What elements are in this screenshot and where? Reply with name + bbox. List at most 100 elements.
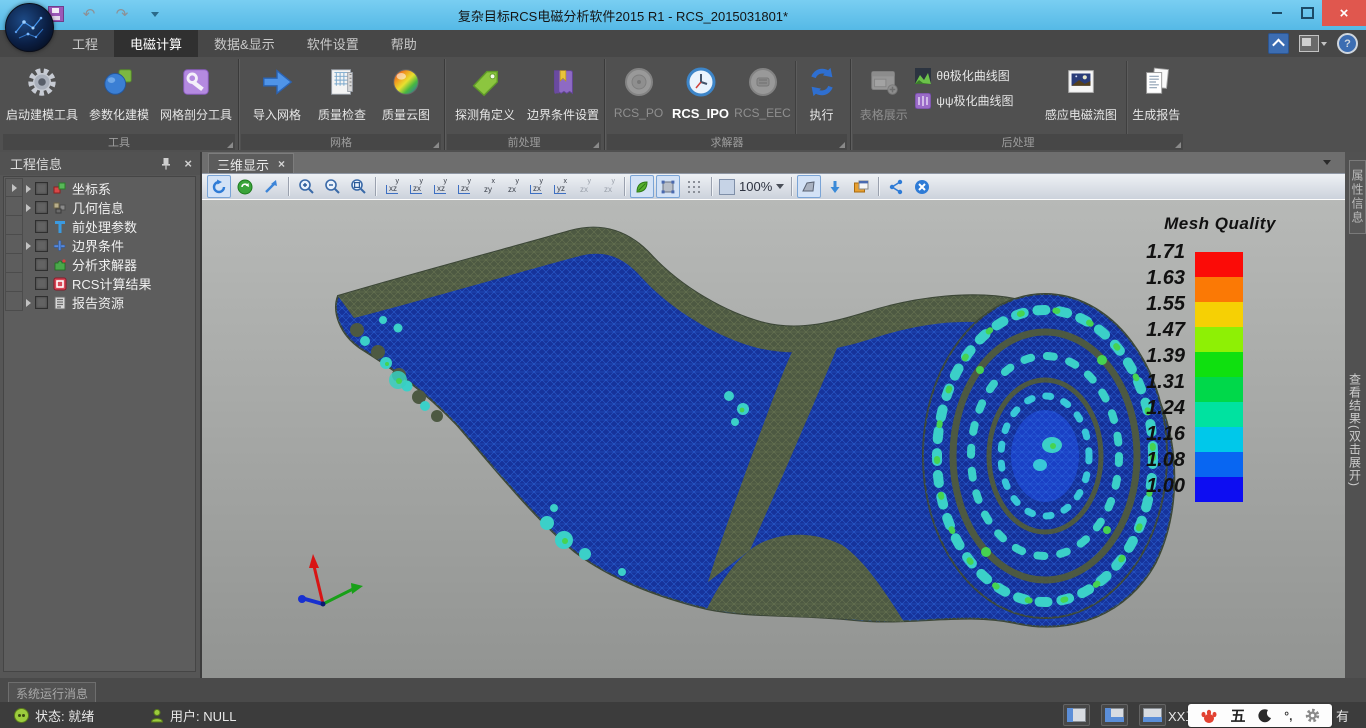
gutter-cell[interactable] <box>5 292 23 311</box>
gutter-cell[interactable] <box>5 235 23 254</box>
quality-check-button[interactable]: 质量检查 <box>310 57 374 123</box>
tree-checkbox[interactable] <box>35 277 48 290</box>
table-display-button[interactable]: 表格展示 <box>852 57 915 123</box>
clip-region-button[interactable] <box>797 175 821 198</box>
view-orientation-button-2[interactable]: yzx <box>405 176 427 197</box>
view-orientation-button-4[interactable]: yzx <box>453 176 475 197</box>
minimize-button[interactable] <box>1262 0 1292 26</box>
view-results-tab[interactable]: 查看结果(双击展开) <box>1345 300 1365 560</box>
system-messages-tab[interactable]: 系统运行消息 <box>8 682 96 703</box>
orbit-rotate-button[interactable] <box>207 175 231 198</box>
panel-close-icon[interactable]: × <box>184 156 192 171</box>
tree-item-rcs-results[interactable]: RCS计算结果 <box>26 274 193 293</box>
zoom-out-button[interactable] <box>320 175 344 198</box>
export-down-button[interactable] <box>823 175 847 198</box>
group-launcher-icon[interactable] <box>593 142 599 148</box>
layout-bottom-panel-button[interactable] <box>1139 704 1166 726</box>
help-button[interactable]: ? <box>1337 33 1358 54</box>
wireframe-view-button[interactable] <box>682 175 706 198</box>
view-orientation-button-9[interactable]: yzx <box>573 176 595 197</box>
ime-input-mode[interactable]: 五 <box>1231 705 1246 726</box>
view-orientation-button-10[interactable]: yzx <box>597 176 619 197</box>
gutter-cell[interactable] <box>5 197 23 216</box>
expand-arrow-icon[interactable] <box>26 299 31 307</box>
boundary-conditions-settings-button[interactable]: 边界条件设置 <box>524 57 602 123</box>
mesh-partition-tool-button[interactable]: 网格剖分工具 <box>156 57 236 123</box>
tab-list-dropdown-icon[interactable] <box>1323 160 1331 165</box>
menu-tab-project[interactable]: 工程 <box>56 30 114 57</box>
menu-tab-settings[interactable]: 软件设置 <box>291 30 375 57</box>
tree-item-geometry-info[interactable]: 几何信息 <box>26 198 193 217</box>
menu-tab-data-display[interactable]: 数据&显示 <box>198 30 291 57</box>
pin-icon[interactable] <box>160 157 172 170</box>
window-style-button[interactable] <box>1299 35 1327 52</box>
tree-item-analysis-solver[interactable]: 分析求解器 <box>26 255 193 274</box>
tree-item-report-resources[interactable]: 报告资源 <box>26 293 193 312</box>
view-orientation-button-5[interactable]: xzy <box>477 176 499 197</box>
view-orientation-button-7[interactable]: yzx <box>525 176 547 197</box>
execute-button[interactable]: 执行 <box>798 57 846 123</box>
pan-zoom-arrow-button[interactable] <box>259 175 283 198</box>
smooth-shading-button[interactable] <box>630 175 654 198</box>
capture-window-button[interactable] <box>849 175 873 198</box>
quality-cloud-map-button[interactable]: 质量云图 <box>374 57 438 123</box>
ime-gear-icon[interactable] <box>1305 708 1320 723</box>
group-launcher-icon[interactable] <box>1175 142 1181 148</box>
close-button[interactable]: × <box>1322 0 1366 26</box>
gutter-cell[interactable] <box>5 254 23 273</box>
parametric-modeling-button[interactable]: 参数化建模 <box>82 57 156 123</box>
view-orientation-button-6[interactable]: yzx <box>501 176 523 197</box>
zoom-fit-button[interactable] <box>346 175 370 198</box>
zoom-in-button[interactable] <box>294 175 318 198</box>
menu-tab-help[interactable]: 帮助 <box>375 30 433 57</box>
tree-item-boundary-conditions[interactable]: 边界条件 <box>26 236 193 255</box>
view-orientation-button-3[interactable]: yxz <box>429 176 451 197</box>
import-mesh-button[interactable]: 导入网格 <box>244 57 310 123</box>
tree-checkbox[interactable] <box>35 220 48 233</box>
probe-angle-define-button[interactable]: 探测角定义 <box>446 57 524 123</box>
tree-checkbox[interactable] <box>35 296 48 309</box>
collapse-ribbon-button[interactable] <box>1268 33 1289 54</box>
layout-left-panel-button[interactable] <box>1063 704 1090 726</box>
solver-rcs-ipo-button[interactable]: RCS_IPO <box>669 57 733 121</box>
tab-close-icon[interactable]: × <box>278 157 285 171</box>
viewport-3d[interactable]: Mesh Quality 1.711.63 1.551.47 1.391.31 … <box>202 200 1345 678</box>
group-launcher-icon[interactable] <box>839 142 845 148</box>
expand-arrow-icon[interactable] <box>26 204 31 212</box>
tree-item-preprocess-params[interactable]: 前处理参数 <box>26 217 193 236</box>
expand-arrow-icon[interactable] <box>26 242 31 250</box>
solver-rcs-po-button[interactable]: RCS_PO <box>609 57 669 120</box>
gutter-cell[interactable] <box>5 216 23 235</box>
gutter-cell[interactable] <box>5 273 23 292</box>
induced-current-map-button[interactable]: 感应电磁流图 <box>1038 57 1123 123</box>
solver-rcs-eec-button[interactable]: RCS_EEC <box>733 57 793 120</box>
refresh-view-button[interactable] <box>233 175 257 198</box>
generate-report-button[interactable]: 生成报告 <box>1129 57 1185 123</box>
ime-punctuation-toggle[interactable]: °, <box>1284 709 1292 723</box>
ime-moon-icon[interactable] <box>1258 709 1272 723</box>
view-orientation-button-1[interactable]: yxz <box>381 176 403 197</box>
tree-checkbox[interactable] <box>35 201 48 214</box>
menu-tab-em-computation[interactable]: 电磁计算 <box>114 30 198 57</box>
close-view-button[interactable] <box>910 175 934 198</box>
expand-arrow-icon[interactable] <box>26 185 31 193</box>
tree-checkbox[interactable] <box>35 258 48 271</box>
ime-paw-icon[interactable] <box>1200 708 1218 724</box>
tree-item-coordinate-system[interactable]: 坐标系 <box>26 179 193 198</box>
properties-info-tab[interactable]: 属性信息 <box>1349 160 1366 234</box>
maximize-button[interactable] <box>1292 0 1322 26</box>
tab-3d-display[interactable]: 三维显示 × <box>208 153 294 174</box>
zoom-level-dropdown[interactable]: 100% <box>719 179 784 195</box>
launch-modeler-button[interactable]: 启动建模工具 <box>2 57 82 123</box>
layout-split-panel-button[interactable] <box>1101 704 1128 726</box>
group-launcher-icon[interactable] <box>227 142 233 148</box>
gutter-cell[interactable] <box>5 178 23 197</box>
view-orientation-button-8[interactable]: xyz <box>549 176 571 197</box>
app-logo[interactable] <box>5 3 54 52</box>
tree-checkbox[interactable] <box>35 182 48 195</box>
theta-polarization-curve-button[interactable]: θθ极化曲线图 <box>915 67 1038 84</box>
group-launcher-icon[interactable] <box>433 142 439 148</box>
share-flow-button[interactable] <box>884 175 908 198</box>
psi-polarization-curve-button[interactable]: ψψ极化曲线图 <box>915 92 1038 109</box>
shaded-view-button[interactable] <box>656 175 680 198</box>
